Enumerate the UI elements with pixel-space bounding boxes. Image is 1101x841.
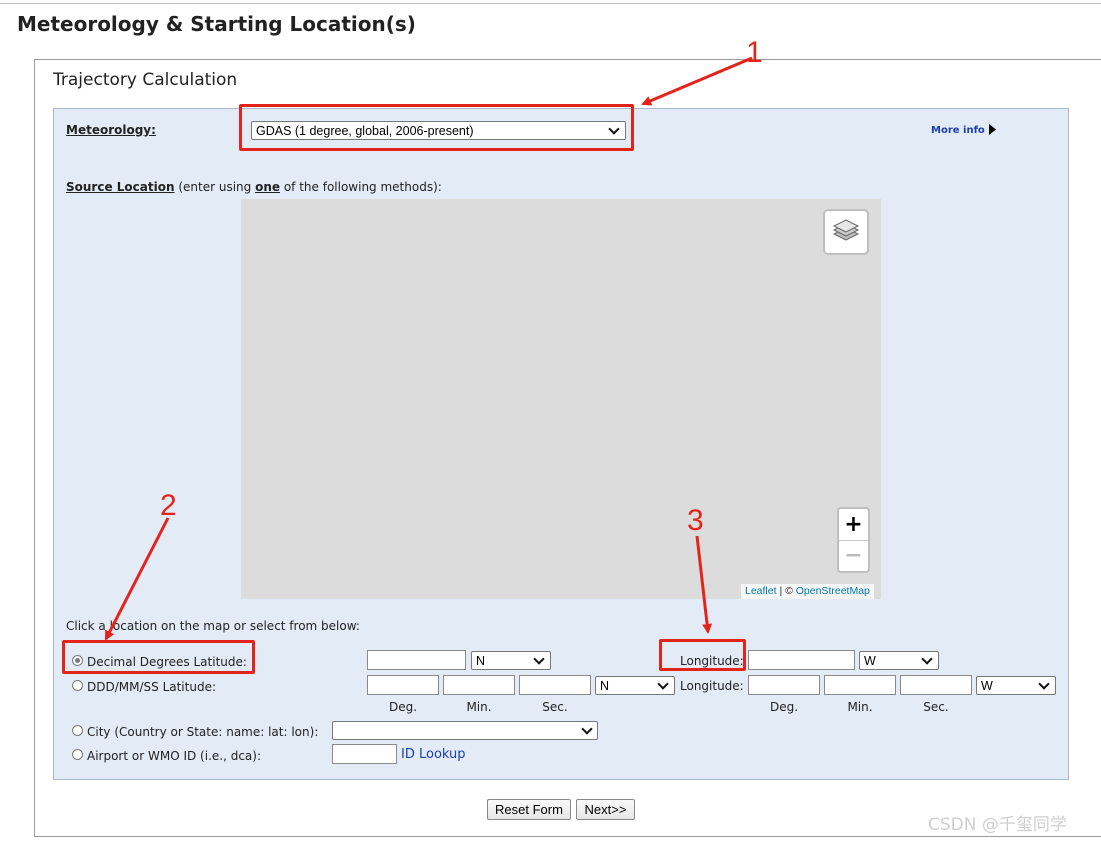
attribution-separator: | ©: [776, 585, 796, 597]
lat-deg-header: Deg.: [388, 700, 418, 714]
dms-latitude-hemisphere-select[interactable]: N: [595, 676, 675, 695]
dms-latitude-label: DDD/MM/SS Latitude:: [87, 680, 216, 694]
source-location-hint-em: one: [255, 180, 281, 194]
lon-min-header: Min.: [847, 700, 873, 714]
annotation-box-meteorology: [239, 104, 634, 151]
id-lookup-link[interactable]: ID Lookup: [401, 747, 466, 762]
annotation-box-longitude: [659, 639, 746, 671]
annotation-number-1: 1: [746, 36, 763, 69]
source-location-label: Source Location: [66, 180, 175, 194]
dms-lon-min-input[interactable]: [824, 675, 896, 695]
dms-lon-sec-input[interactable]: [900, 675, 972, 695]
airport-id-input[interactable]: [332, 744, 397, 764]
airport-label: Airport or WMO ID (i.e., dca):: [87, 749, 261, 763]
source-location-hint-pre: (enter using: [178, 180, 256, 194]
annotation-box-decimal: [62, 640, 255, 674]
dms-lat-deg-input[interactable]: [367, 675, 439, 695]
map-canvas[interactable]: [241, 199, 881, 599]
section-title: Trajectory Calculation: [53, 70, 238, 90]
dms-radio[interactable]: [72, 680, 83, 691]
top-divider: [0, 3, 1101, 4]
city-label: City (Country or State: name: lat: lon):: [87, 725, 319, 739]
dms-longitude-hemisphere-select[interactable]: W: [976, 676, 1056, 695]
click-hint: Click a location on the map or select fr…: [66, 619, 360, 633]
decimal-longitude-input[interactable]: [748, 650, 855, 670]
decimal-longitude-hemisphere-select[interactable]: W: [859, 651, 939, 670]
annotation-number-2: 2: [160, 489, 177, 522]
more-info-link[interactable]: More info: [931, 125, 985, 136]
source-location-line: Source Location (enter using one of the …: [66, 180, 442, 194]
map-attribution: Leaflet | © OpenStreetMap: [741, 584, 874, 599]
airport-radio[interactable]: [72, 749, 83, 760]
decimal-latitude-hemisphere-select[interactable]: N: [471, 651, 551, 670]
layers-icon: [832, 219, 860, 241]
layers-button[interactable]: [823, 209, 869, 255]
source-location-hint-post: of the following methods):: [280, 180, 442, 194]
meteorology-label: Meteorology:: [66, 123, 156, 137]
city-radio[interactable]: [72, 725, 83, 736]
zoom-out-button[interactable]: −: [839, 540, 868, 571]
annotation-number-3: 3: [687, 504, 704, 537]
lat-min-header: Min.: [466, 700, 492, 714]
lat-sec-header: Sec.: [542, 700, 568, 714]
lon-deg-header: Deg.: [769, 700, 799, 714]
watermark: CSDN @千玺同学: [928, 815, 1067, 835]
dms-lon-deg-input[interactable]: [748, 675, 820, 695]
triangle-right-icon: [989, 124, 996, 135]
decimal-latitude-input[interactable]: [367, 650, 466, 670]
dms-lat-min-input[interactable]: [443, 675, 515, 695]
page-title: Meteorology & Starting Location(s): [17, 12, 416, 36]
dms-lat-sec-input[interactable]: [519, 675, 591, 695]
zoom-in-button[interactable]: +: [839, 509, 868, 541]
next-button[interactable]: Next>>: [576, 799, 635, 820]
openstreetmap-link[interactable]: OpenStreetMap: [796, 585, 870, 597]
lon-sec-header: Sec.: [923, 700, 949, 714]
reset-form-button[interactable]: Reset Form: [487, 799, 571, 820]
zoom-control: + −: [837, 507, 870, 573]
dms-longitude-label: Longitude:: [680, 679, 744, 693]
leaflet-link[interactable]: Leaflet: [745, 585, 777, 597]
city-select[interactable]: [332, 721, 598, 740]
